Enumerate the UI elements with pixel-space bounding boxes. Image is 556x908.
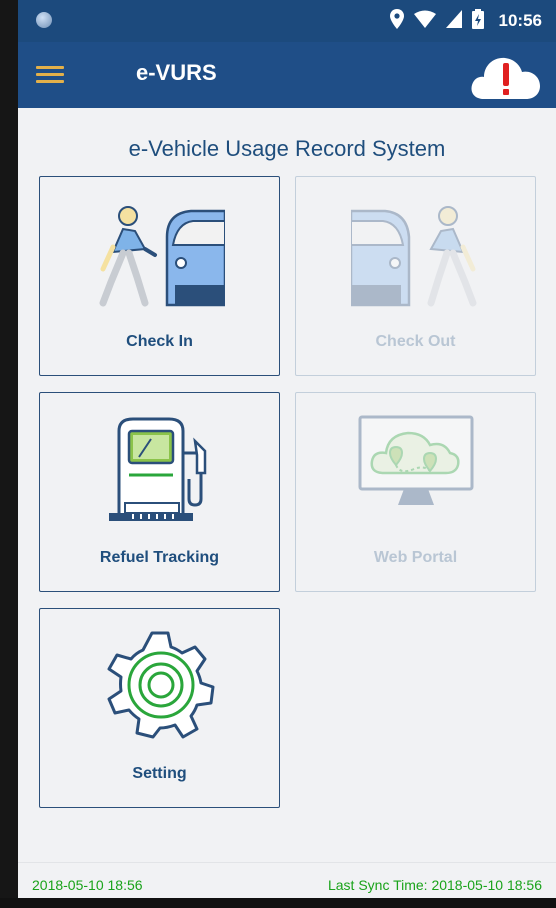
- location-icon: [390, 9, 404, 29]
- footer-bar: 2018-05-10 18:56 Last Sync Time: 2018-05…: [18, 862, 556, 898]
- monitor-cloud-map-icon: [358, 415, 473, 505]
- page-title: e-Vehicle Usage Record System: [128, 136, 446, 161]
- check-in-label: Check In: [126, 333, 193, 350]
- app-toolbar: e-VURS: [18, 42, 556, 108]
- device-bezel-left: [0, 0, 18, 908]
- refuel-tracking-tile[interactable]: Refuel Tracking: [39, 392, 280, 592]
- cloud-alert-icon[interactable]: [470, 49, 542, 101]
- battery-icon: [472, 9, 484, 29]
- fuel-pump-icon: [108, 417, 206, 521]
- app-screen: 10:56 e-VURS e-Vehicle Usage Record Syst…: [18, 0, 556, 898]
- signal-icon: [446, 10, 462, 28]
- status-time: 10:56: [498, 11, 542, 30]
- device-bezel-bottom: [0, 898, 556, 908]
- notification-dot-icon: [36, 12, 52, 28]
- check-in-tile[interactable]: Check In: [39, 176, 280, 376]
- web-portal-tile[interactable]: Web Portal: [295, 392, 536, 592]
- hamburger-menu-icon[interactable]: [36, 62, 64, 88]
- check-out-label: Check Out: [375, 333, 456, 350]
- app-title: e-VURS: [136, 60, 217, 85]
- gear-icon: [107, 631, 214, 739]
- check-out-tile[interactable]: Check Out: [295, 176, 536, 376]
- status-bar: 10:56: [18, 0, 556, 42]
- last-sync-time: Last Sync Time: 2018-05-10 18:56: [327, 877, 542, 893]
- setting-label: Setting: [132, 765, 187, 782]
- person-car-check-in-icon: [99, 206, 225, 307]
- refuel-tracking-label: Refuel Tracking: [99, 549, 220, 566]
- setting-tile[interactable]: Setting: [39, 608, 280, 808]
- footer-date: 2018-05-10 18:56: [32, 877, 143, 893]
- status-icons: [390, 9, 484, 29]
- car-person-check-out-icon: [350, 206, 476, 307]
- web-portal-label: Web Portal: [373, 549, 458, 566]
- wifi-icon: [414, 10, 436, 28]
